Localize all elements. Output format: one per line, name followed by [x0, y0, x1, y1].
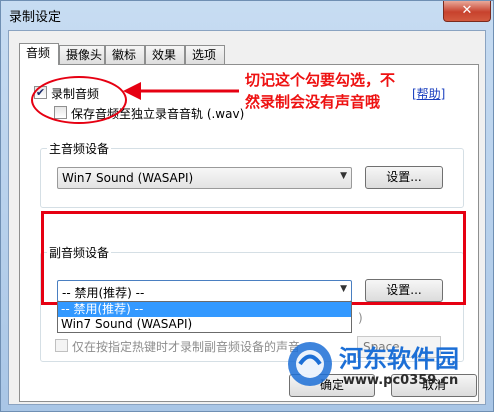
- site-logo-icon: [288, 342, 332, 386]
- tab-options-label: 选项: [192, 48, 217, 62]
- tab-effects-label: 效果: [152, 48, 177, 62]
- watermark: 河东软件园 www.pc0359.cn: [285, 335, 485, 395]
- watermark-site-name: 河东软件园: [339, 345, 459, 373]
- tab-camera-label: 摄像头: [66, 48, 103, 62]
- close-icon: ✕: [461, 3, 473, 18]
- primary-audio-device-title: 主音频设备: [47, 140, 112, 157]
- help-link[interactable]: [帮助]: [412, 85, 445, 102]
- primary-audio-device-group: 主音频设备 Win7 Sound (WASAPI) ▼ 设置...: [40, 140, 464, 208]
- partial-paren-text: ): [358, 311, 363, 325]
- dropdown-option-win7-sound[interactable]: Win7 Sound (WASAPI): [58, 317, 351, 332]
- secondary-device-dropdown-list: -- 禁用(推荐) -- Win7 Sound (WASAPI): [57, 301, 352, 333]
- hotkey-only-checkbox[interactable]: [55, 339, 68, 352]
- annotation-text-line1: 切记这个勾要勾选，不: [245, 71, 396, 89]
- chevron-down-icon: ▼: [340, 171, 347, 181]
- tab-logo-label: 徽标: [112, 48, 137, 62]
- primary-audio-device-select[interactable]: Win7 Sound (WASAPI) ▼: [57, 167, 352, 189]
- primary-audio-device-value: Win7 Sound (WASAPI): [62, 171, 194, 185]
- tab-options[interactable]: 选项: [185, 45, 225, 64]
- tab-logo[interactable]: 徽标: [105, 45, 145, 64]
- hotkey-only-label[interactable]: 仅在按指定热键时才录制副音频设备的声音: [72, 338, 300, 355]
- window-title: 录制设定: [9, 10, 62, 25]
- tab-camera[interactable]: 摄像头: [59, 45, 105, 64]
- tab-audio-label: 音频: [26, 46, 51, 60]
- title-bar[interactable]: 录制设定 ✕: [1, 1, 494, 29]
- primary-settings-button[interactable]: 设置...: [365, 166, 443, 189]
- tab-audio[interactable]: 音频: [19, 43, 59, 65]
- recording-settings-window: 录制设定 ✕ 音频 摄像头 徽标 效果 选项 ✔ 录制音频 保存音频至独立录音音…: [0, 0, 494, 412]
- annotation-highlight-box: [41, 211, 466, 305]
- annotation-text-line2: 然录制会没有声音哦: [245, 93, 381, 111]
- dropdown-option-disabled[interactable]: -- 禁用(推荐) --: [58, 302, 351, 317]
- watermark-url: www.pc0359.cn: [343, 373, 459, 388]
- tab-effects[interactable]: 效果: [145, 45, 185, 64]
- close-button[interactable]: ✕: [443, 1, 491, 22]
- annotation-ellipse: [31, 76, 127, 124]
- annotation-arrow-icon: [123, 82, 239, 100]
